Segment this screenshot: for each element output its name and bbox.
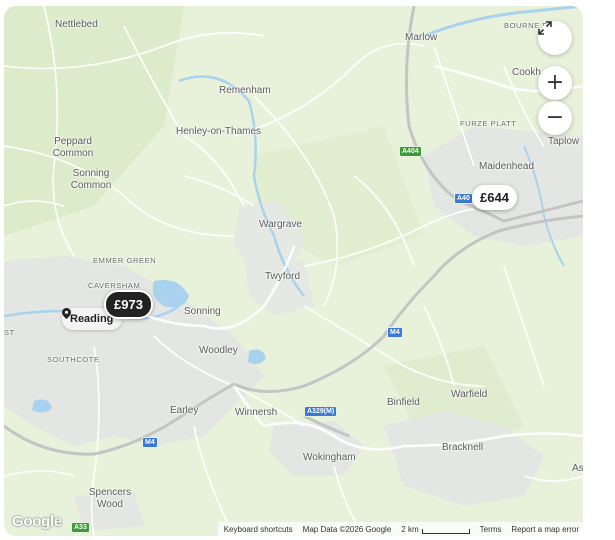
zoom-out-button[interactable]: −: [538, 101, 572, 135]
map-data-attribution: Map Data ©2026 Google: [302, 524, 392, 534]
road-shield-a33: A33: [71, 522, 90, 533]
zoom-in-button[interactable]: +: [538, 66, 572, 100]
google-logo: Google: [12, 513, 62, 530]
place-label-wargrave: Wargrave: [259, 219, 302, 230]
map-canvas[interactable]: Nettlebed Marlow BOURNE E Cookh Remenham…: [4, 6, 583, 536]
report-map-error-link[interactable]: Report a map error: [511, 525, 579, 534]
zoom-in-icon: +: [545, 70, 565, 95]
scale-bar: [421, 528, 470, 534]
place-label-winnersh: Winnersh: [235, 407, 278, 418]
keyboard-shortcuts-link[interactable]: Keyboard shortcuts: [224, 525, 293, 534]
place-label-st: ST: [4, 328, 15, 337]
place-label-woodley: Woodley: [199, 345, 238, 356]
place-label-remenham: Remenham: [219, 85, 271, 96]
place-label-maidenhead: Maidenhead: [479, 161, 535, 172]
place-label-southcote: SOUTHCOTE: [47, 355, 100, 364]
place-label-taplow: Taplow: [548, 136, 580, 147]
place-label-emmer-green: EMMER GREEN: [93, 256, 157, 265]
place-label-peppard: Peppard Common: [52, 136, 94, 159]
map-footer: Keyboard shortcuts Map Data ©2026 Google…: [217, 522, 583, 536]
place-label-as: As: [572, 463, 583, 474]
place-label-sonning-common: Sonning Common: [70, 168, 112, 191]
place-label-twyford: Twyford: [265, 271, 301, 282]
price-marker-reading[interactable]: £973: [104, 290, 153, 319]
scale-label: 2 km: [401, 524, 419, 534]
terms-link[interactable]: Terms: [480, 525, 502, 534]
price-marker-maidenhead[interactable]: £644: [472, 185, 517, 210]
expand-icon: [538, 21, 552, 35]
place-label-earley: Earley: [170, 405, 199, 416]
fullscreen-button[interactable]: [538, 21, 572, 55]
location-pin-icon: [62, 308, 71, 319]
zoom-out-icon: −: [545, 105, 565, 130]
place-label-furze-platt: FURZE PLATT: [460, 119, 517, 128]
place-label-binfield: Binfield: [387, 397, 420, 408]
road-shield-a404-east: A40: [454, 193, 473, 204]
place-label-warfield: Warfield: [451, 389, 488, 400]
location-marker-label: Reading: [70, 313, 114, 325]
road-shield-a404-north: A404: [399, 146, 422, 157]
road-shield-a329m: A329(M): [304, 406, 338, 417]
place-label-marlow: Marlow: [405, 32, 438, 43]
place-label-wokingham: Wokingham: [303, 452, 356, 463]
place-label-cookham: Cookh: [512, 67, 541, 78]
road-shield-m4-west: M4: [142, 437, 158, 448]
scale-indicator[interactable]: 2 km: [401, 524, 470, 534]
road-shield-m4-mid: M4: [387, 327, 403, 338]
place-label-bracknell: Bracknell: [442, 442, 484, 453]
place-label-nettlebed: Nettlebed: [55, 19, 98, 30]
place-label-henley: Henley-on-Thames: [176, 126, 262, 137]
place-label-spencers-wood: Spencers Wood: [88, 487, 132, 510]
place-label-sonning: Sonning: [184, 306, 221, 317]
